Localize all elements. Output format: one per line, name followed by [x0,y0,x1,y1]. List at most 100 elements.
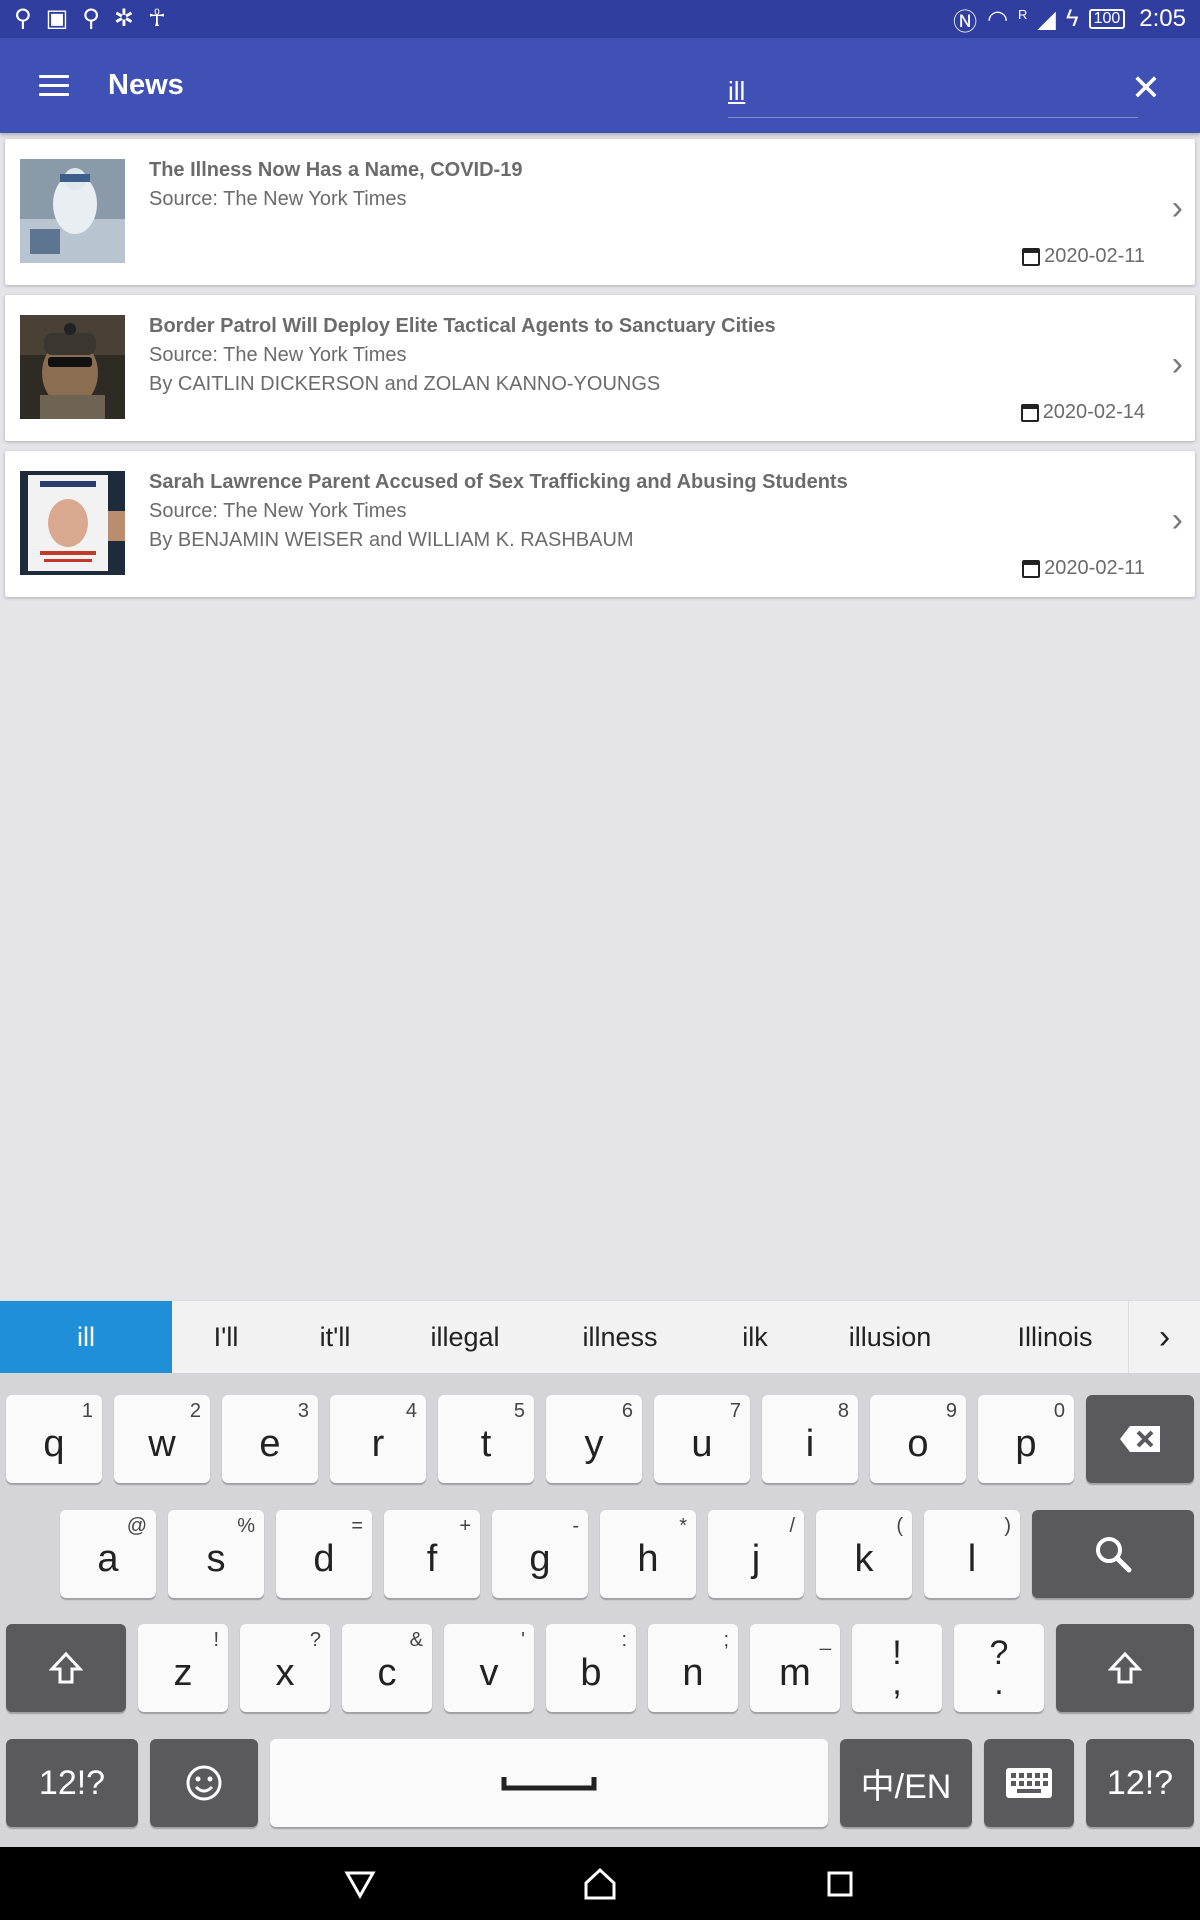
recents-button[interactable] [820,1864,860,1904]
key-w[interactable]: 2w [114,1395,210,1483]
key-hint: ? [309,1629,321,1651]
key-label: w [148,1422,176,1465]
app-title: News [108,69,184,101]
more-suggestions-button[interactable]: › [1128,1301,1200,1374]
shift-key-left[interactable] [6,1624,126,1712]
article-date: 2020-02-11 [1022,245,1145,268]
key-k[interactable]: (k [816,1510,912,1598]
article-card[interactable]: The Illness Now Has a Name, COVID-19 Sou… [5,139,1195,285]
suggestion-ill-contraction[interactable]: I'll [172,1301,280,1374]
key-l[interactable]: ) l [924,1510,1020,1598]
backspace-icon [1120,1426,1160,1452]
key-g[interactable]: -g [492,1510,588,1598]
article-title: Border Patrol Will Deploy Elite Tactical… [149,315,776,337]
suggestion-illness[interactable]: illness [540,1301,700,1374]
search-key[interactable] [1032,1510,1194,1598]
shift-key-right[interactable] [1056,1624,1194,1712]
key-i[interactable]: 8i [762,1395,858,1483]
home-button[interactable] [580,1864,620,1904]
key-hint: 5 [513,1400,525,1422]
space-key[interactable] [270,1739,828,1827]
suggestion-itll[interactable]: it'll [280,1301,390,1374]
menu-button[interactable] [0,38,108,133]
key-hint: 6 [621,1400,633,1422]
key-exclaim-comma[interactable]: ! , [852,1624,942,1712]
key-q[interactable]: 1q [6,1395,102,1483]
back-button[interactable] [340,1864,380,1904]
keyboard-suggestion-bar: ill I'll it'll illegal illness ilk illus… [0,1300,1200,1374]
chevron-right-icon: › [1158,1318,1171,1356]
key-label: h [637,1537,659,1580]
key-label: x [275,1651,295,1694]
search-input[interactable] [728,56,1138,118]
key-question-period[interactable]: ? . [954,1624,1044,1712]
backspace-key[interactable] [1086,1395,1194,1483]
key-label: v [479,1651,499,1694]
key-v[interactable]: ' v [444,1624,534,1712]
search-field [728,56,1138,118]
article-authors: By CAITLIN DICKERSON and ZOLAN KANNO-YOU… [149,373,661,395]
calendar-icon [1020,403,1039,422]
key-z[interactable]: ! z [138,1624,228,1712]
close-icon: ✕ [1130,67,1162,108]
key-b[interactable]: :b [546,1624,636,1712]
nfc-icon: Ⓝ [953,8,978,36]
article-source: Source: The New York Times [149,500,407,522]
article-card[interactable]: Border Patrol Will Deploy Elite Tactical… [5,295,1195,441]
battery-icon: 100 [1088,9,1126,29]
key-j[interactable]: / j [708,1510,804,1598]
recents-icon [827,1871,853,1896]
calendar-icon [1022,559,1041,578]
signal-roaming-marker: R [1018,6,1028,22]
language-switch-key[interactable]: 中/EN [840,1739,972,1827]
suggestion-illusion[interactable]: illusion [810,1301,970,1374]
suggestion-illinois[interactable]: Illinois [970,1301,1140,1374]
article-title: Sarah Lawrence Parent Accused of Sex Tra… [149,471,848,493]
key-label: z [173,1651,193,1694]
status-bar: ⚲ ▣ ⚲ ✲ ☥ Ⓝ ◠ R ◢ ϟ 100 2:05 [0,0,1200,38]
symbols-key-right[interactable]: 12!? [1086,1739,1194,1827]
keyboard-settings-key[interactable] [984,1739,1074,1827]
key-u[interactable]: 7u [654,1395,750,1483]
close-search-button[interactable]: ✕ [1126,67,1166,108]
key-n[interactable]: ; n [648,1624,738,1712]
key-h[interactable]: * h [600,1510,696,1598]
suggestion-ill[interactable]: ill [0,1300,172,1374]
article-date: 2020-02-14 [1020,401,1145,424]
emoji-key[interactable] [150,1739,258,1827]
key-y[interactable]: 6y [546,1395,642,1483]
key-hint: 4 [405,1400,417,1422]
usb-icon: ⚲ [14,5,32,32]
key-o[interactable]: 9o [870,1395,966,1483]
key-m[interactable]: _ m [750,1624,840,1712]
suggestion-illegal[interactable]: illegal [390,1301,540,1374]
article-source: Source: The New York Times [149,344,407,366]
key-x[interactable]: ? x [240,1624,330,1712]
key-r[interactable]: 4r [330,1395,426,1483]
key-f[interactable]: + f [384,1510,480,1598]
key-p[interactable]: 0p [978,1395,1074,1483]
clock: 2:05 [1139,5,1186,32]
key-hint: ' [521,1629,525,1651]
symbols-key-left[interactable]: 12!? [6,1739,138,1827]
key-t[interactable]: 5t [438,1395,534,1483]
key-d[interactable]: = d [276,1510,372,1598]
back-icon [344,1871,376,1899]
calendar-icon [1022,247,1041,266]
keyboard-icon [1006,1768,1052,1798]
key-a[interactable]: @ a [60,1510,156,1598]
key-e[interactable]: 3e [222,1395,318,1483]
key-hint: 1 [81,1400,93,1422]
key-hint: = [351,1515,363,1537]
shift-icon [1108,1651,1142,1684]
article-thumbnail [20,315,125,419]
article-card[interactable]: Sarah Lawrence Parent Accused of Sex Tra… [5,451,1195,597]
key-c[interactable]: & c [342,1624,432,1712]
article-date-text: 2020-02-11 [1044,557,1145,579]
suggestion-ilk[interactable]: ilk [700,1301,810,1374]
key-hint: _ [819,1629,831,1651]
article-source: Source: The New York Times [149,188,407,210]
key-hint: + [459,1515,471,1537]
article-thumbnail [20,159,125,263]
key-s[interactable]: % s [168,1510,264,1598]
